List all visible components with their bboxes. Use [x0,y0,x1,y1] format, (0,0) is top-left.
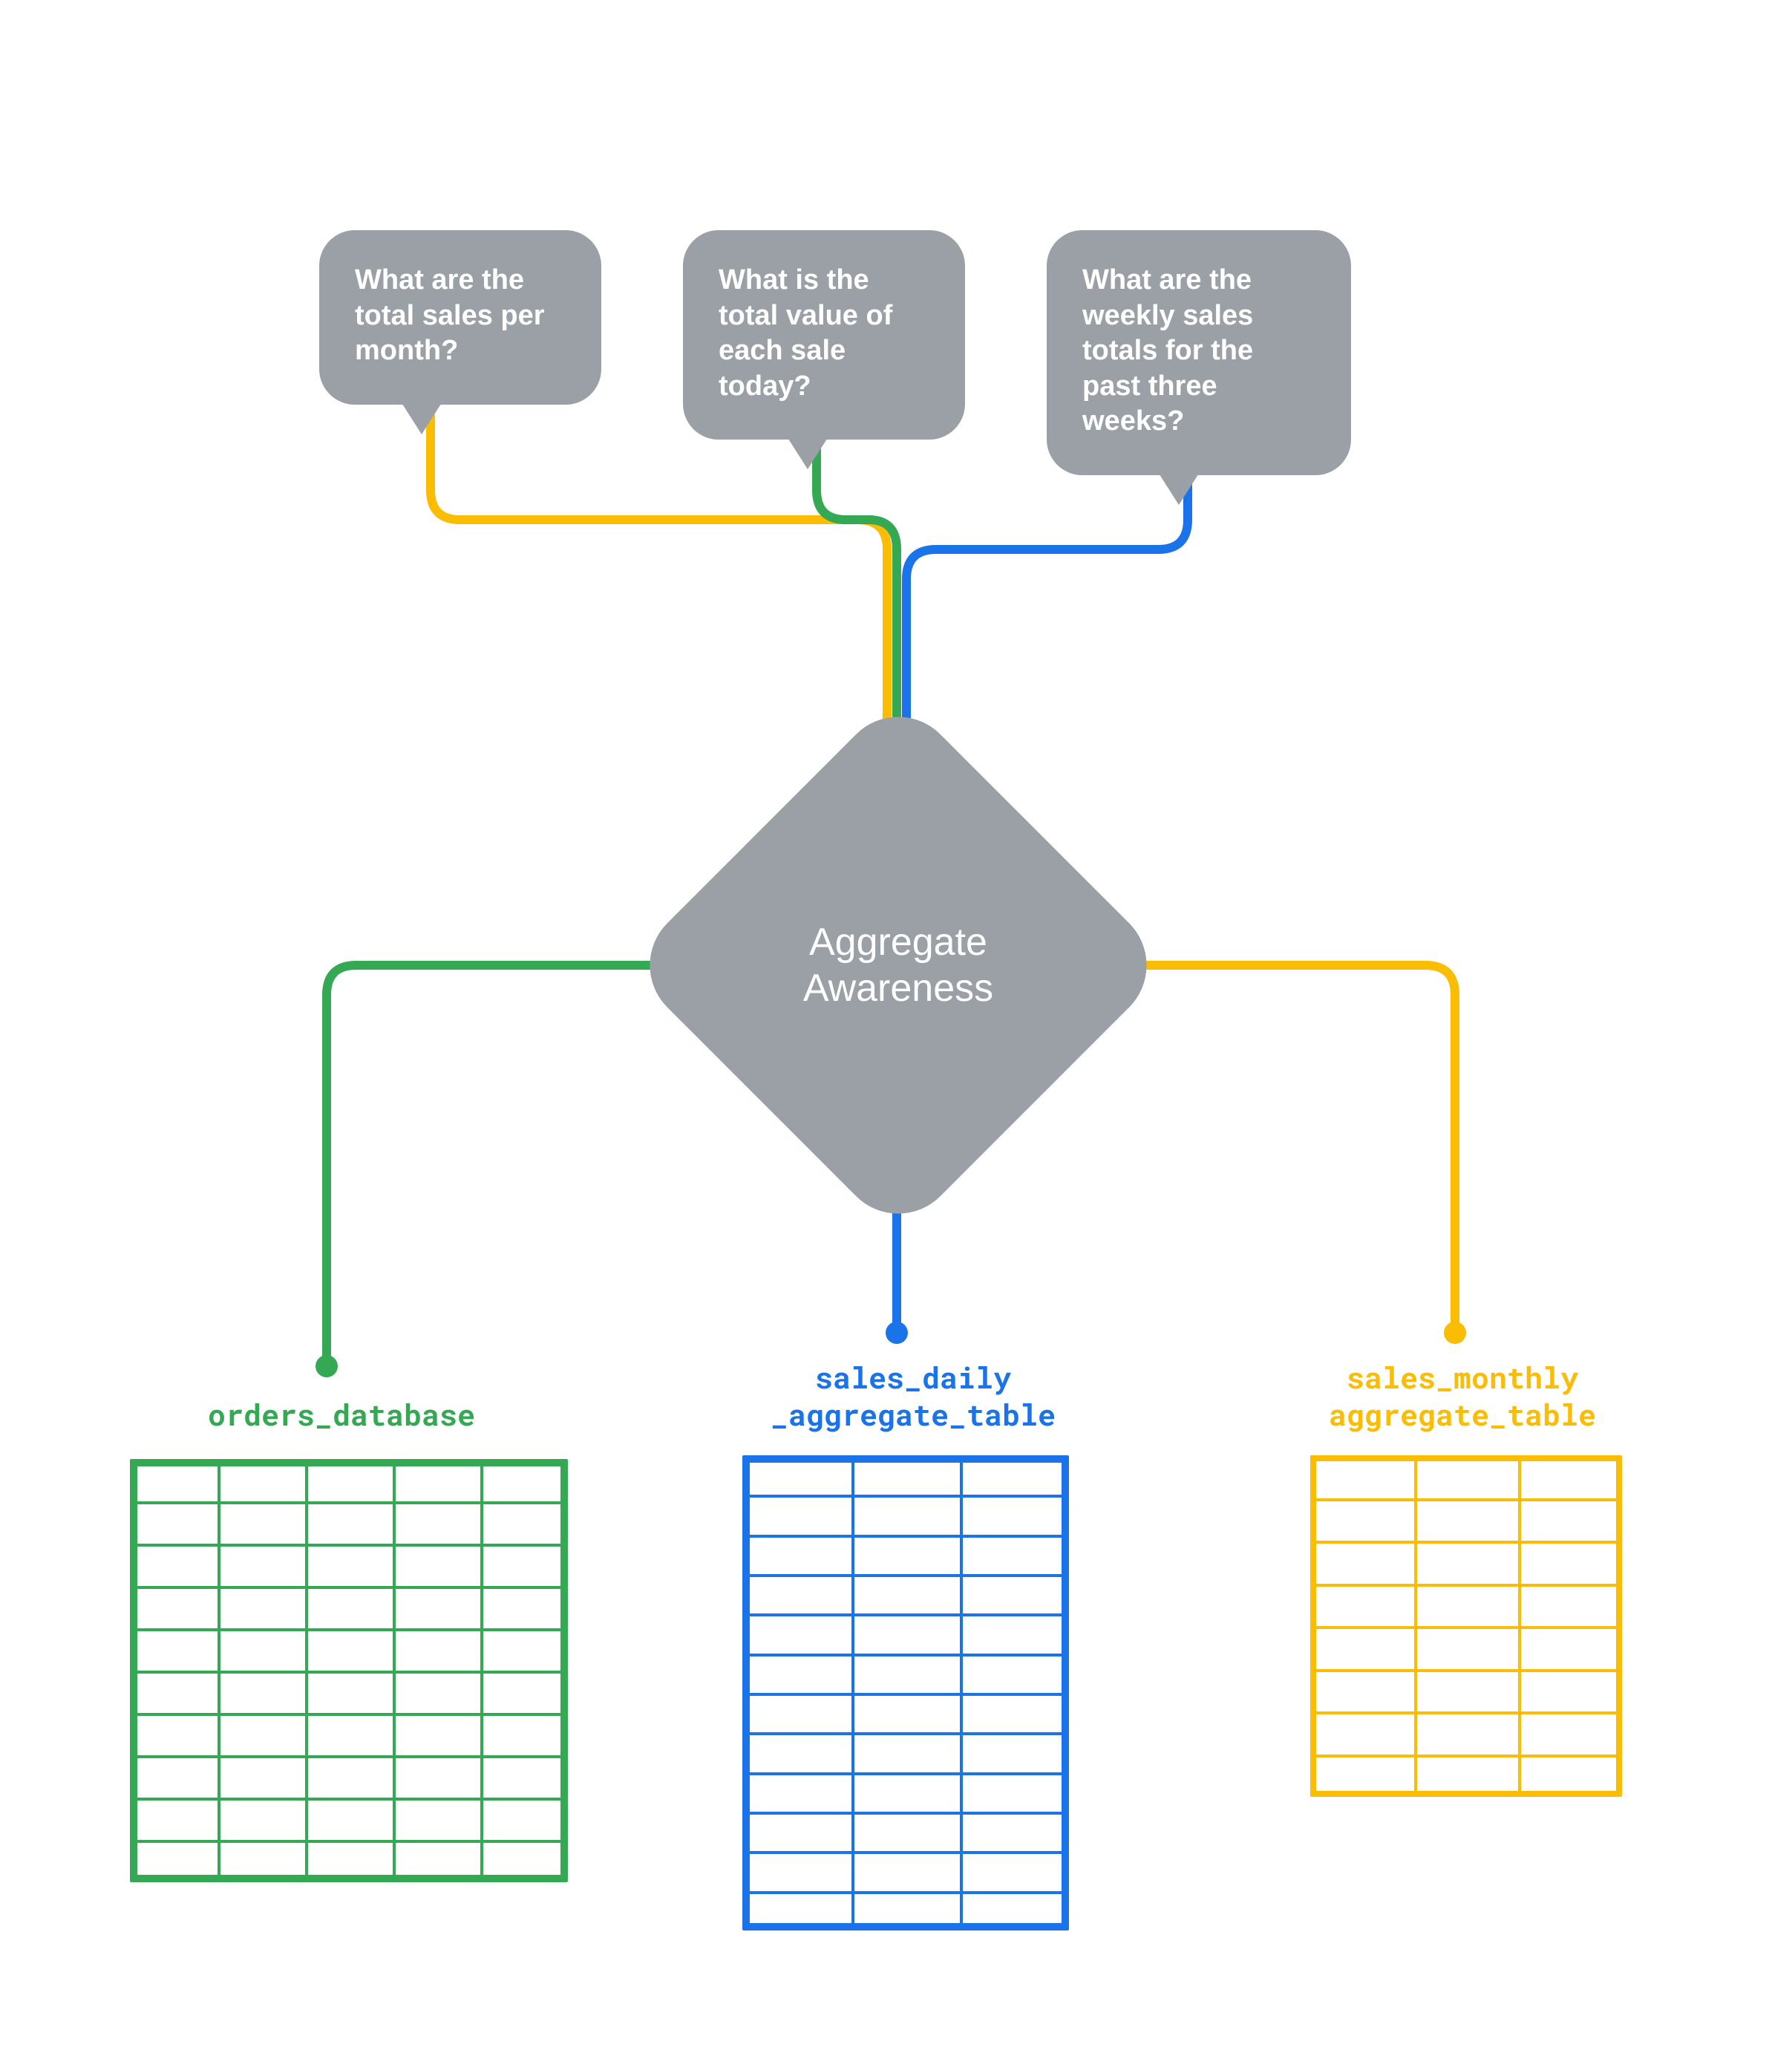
endpoint-dot-blue [886,1322,908,1344]
table-orders-database [130,1459,568,1882]
question-text: What are the weekly sales totals for the… [1082,264,1253,437]
question-bubble-3: What are the weekly sales totals for the… [1047,230,1351,475]
endpoint-dot-yellow [1444,1322,1466,1344]
table-label-blue: sales_daily _aggregate_table [713,1359,1114,1433]
table-label-yellow: sales_monthly aggregate_table [1262,1359,1663,1433]
question-text: What are the total sales per month? [355,264,545,366]
aggregate-awareness-node: Aggregate Awareness [705,772,1091,1158]
diamond-label-line2: Awareness [803,967,993,1010]
table-sales-monthly [1310,1455,1622,1797]
question-bubble-1: What are the total sales per month? [319,230,601,405]
diamond-label-line1: Aggregate [809,921,987,964]
table-label-green: orders_database [141,1396,542,1433]
table-sales-daily [742,1455,1069,1930]
question-bubble-2: What is the total value of each sale tod… [683,230,965,440]
question-text: What is the total value of each sale tod… [719,264,892,402]
endpoint-dot-green [315,1355,338,1377]
